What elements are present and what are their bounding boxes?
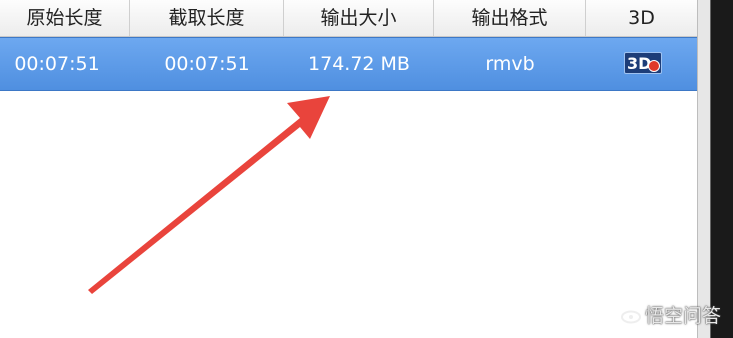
watermark-text: 悟空问答 xyxy=(644,305,721,327)
watermark: 悟空问答 xyxy=(620,301,721,328)
annotation-arrow xyxy=(88,96,330,294)
watermark-logo-icon xyxy=(620,310,641,323)
